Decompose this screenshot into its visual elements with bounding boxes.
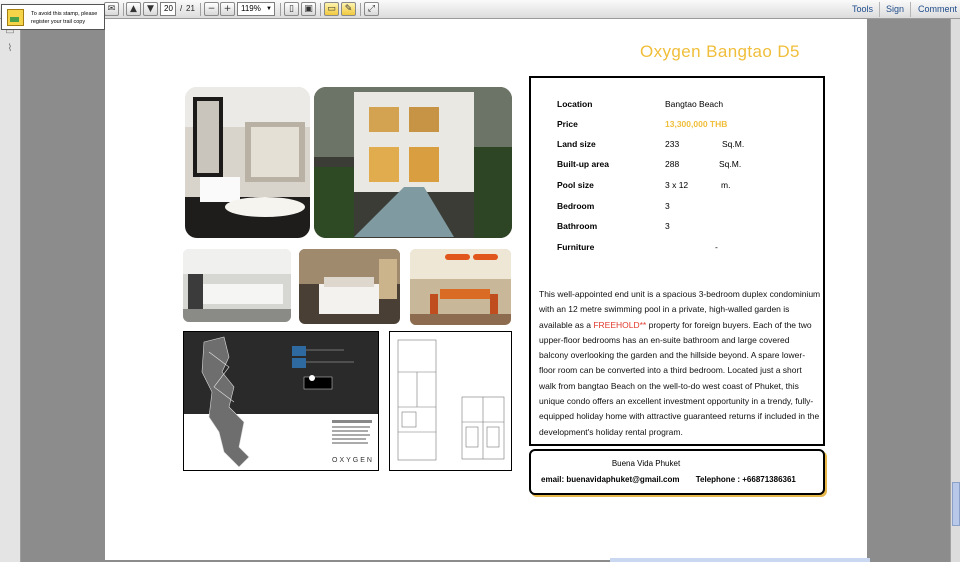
page-separator: / bbox=[180, 4, 183, 13]
toolbar-separator bbox=[200, 3, 201, 16]
stamp-line-1: To avoid this stamp, please bbox=[31, 11, 98, 17]
zoom-value: 119% bbox=[241, 4, 261, 13]
property-label: Bathroom bbox=[557, 221, 598, 231]
price-value: 13,300,000 THB bbox=[665, 119, 728, 129]
pool-photo bbox=[314, 87, 512, 238]
property-value: 3 x 12 bbox=[665, 180, 689, 190]
property-value: 288 bbox=[665, 159, 680, 169]
document-title: Oxygen Bangtao D5 bbox=[640, 42, 800, 61]
zoom-in-icon[interactable]: + bbox=[220, 2, 235, 16]
company-name: Buena Vida Phuket bbox=[611, 459, 681, 468]
property-value: - bbox=[715, 242, 718, 252]
page-number-input[interactable]: 20 bbox=[160, 2, 176, 16]
scrollbar-thumb[interactable] bbox=[952, 482, 960, 526]
stamp-icon bbox=[7, 9, 24, 26]
map-brand: OXYGEN bbox=[332, 457, 374, 464]
stamp-text: To avoid this stamp, please register you… bbox=[31, 10, 97, 26]
property-value: 3 bbox=[665, 221, 670, 231]
bathroom-photo bbox=[185, 87, 310, 238]
page-down-icon[interactable]: ▼ bbox=[143, 2, 158, 16]
property-value: 3 bbox=[665, 201, 670, 211]
property-unit: m. bbox=[721, 180, 731, 190]
horizontal-scrollbar[interactable] bbox=[610, 558, 870, 562]
attachment-icon[interactable]: ⌇ bbox=[4, 43, 16, 55]
property-label: Furniture bbox=[557, 242, 595, 252]
freehold-highlight: FREEHOLD** bbox=[593, 319, 647, 330]
dining-photo bbox=[410, 249, 511, 325]
property-label: Location bbox=[557, 99, 593, 109]
property-value: 233 bbox=[665, 139, 680, 149]
toolbar-separator bbox=[320, 3, 321, 16]
property-value: Bangtao Beach bbox=[665, 99, 724, 109]
toolbar-separator bbox=[879, 2, 880, 17]
property-unit: Sq.M. bbox=[722, 139, 745, 149]
comment-icon[interactable]: ▭ bbox=[324, 2, 339, 16]
navigation-pane: ▭ ⌇ bbox=[0, 19, 21, 562]
property-label: Pool size bbox=[557, 180, 594, 190]
location-map: OXYGEN bbox=[183, 331, 379, 471]
stamp-line-2: register your trail copy bbox=[31, 19, 86, 25]
sign-button[interactable]: Sign bbox=[886, 4, 904, 14]
toolbar-separator bbox=[910, 2, 911, 17]
kitchen-photo bbox=[183, 249, 291, 322]
property-label: Land size bbox=[557, 139, 596, 149]
property-label: Price bbox=[557, 119, 578, 129]
fit-page-icon[interactable]: ▯ bbox=[284, 2, 299, 16]
contact-box: Buena Vida Phuket email: buenavidaphuket… bbox=[529, 449, 825, 495]
fit-width-icon[interactable]: ▣ bbox=[301, 2, 316, 16]
expand-icon[interactable]: ⤢ bbox=[364, 2, 379, 16]
zoom-out-icon[interactable]: − bbox=[204, 2, 219, 16]
page-up-icon[interactable]: ▲ bbox=[126, 2, 141, 16]
toolbar-separator bbox=[123, 3, 124, 16]
contact-telephone: Telephone : +66871386361 bbox=[695, 475, 796, 484]
property-label: Built-up area bbox=[557, 159, 609, 169]
floor-plan bbox=[389, 331, 512, 471]
property-description: This well-appointed end unit is a spacio… bbox=[539, 287, 821, 440]
vertical-scrollbar[interactable] bbox=[950, 19, 960, 562]
toolbar: ✉ ▲ ▼ 20 / 21 − + 119% ▼ ▯ ▣ ▭ ✎ ⤢ Tools… bbox=[0, 0, 960, 19]
property-label: Bedroom bbox=[557, 201, 595, 211]
zoom-select[interactable]: 119% ▼ bbox=[237, 2, 275, 16]
toolbar-separator bbox=[280, 3, 281, 16]
property-details-box: Location Bangtao Beach Price 13,300,000 … bbox=[529, 76, 825, 446]
highlight-icon[interactable]: ✎ bbox=[341, 2, 356, 16]
contact-email: email: buenavidaphuket@gmail.com bbox=[541, 475, 680, 484]
description-text: property for foreign buyers. Each of the… bbox=[539, 319, 820, 437]
chevron-down-icon[interactable]: ▼ bbox=[266, 3, 272, 15]
hand-icon[interactable]: ✉ bbox=[104, 2, 119, 16]
trial-stamp-notice[interactable]: To avoid this stamp, please register you… bbox=[1, 4, 105, 30]
property-unit: Sq.M. bbox=[719, 159, 742, 169]
tools-button[interactable]: Tools bbox=[852, 4, 873, 14]
toolbar-separator bbox=[360, 3, 361, 16]
page-total: 21 bbox=[186, 4, 195, 13]
contact-line: email: buenavidaphuket@gmail.com Telepho… bbox=[541, 475, 796, 484]
comment-button[interactable]: Comment bbox=[918, 4, 957, 14]
bedroom-photo bbox=[299, 249, 400, 324]
